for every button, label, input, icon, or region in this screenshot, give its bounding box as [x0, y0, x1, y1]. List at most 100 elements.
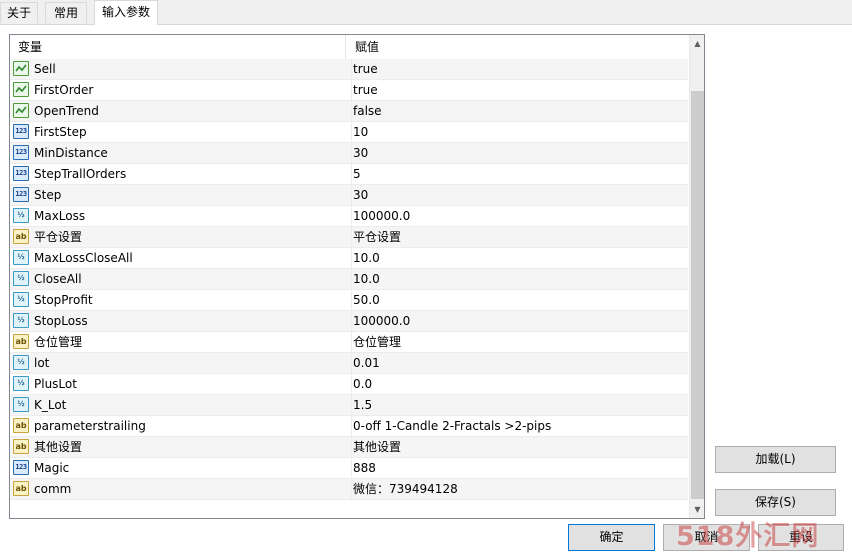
load-button[interactable]: 加载(L) — [715, 446, 836, 473]
table-row[interactable]: ab 其他设置 其他设置 — [10, 437, 688, 458]
int-icon: 123 — [13, 187, 29, 202]
parameter-value[interactable]: 仓位管理 — [351, 332, 688, 352]
table-row[interactable]: 123 Magic 888 — [10, 458, 688, 479]
column-header-variable[interactable]: 变量 — [10, 35, 346, 59]
parameter-value[interactable]: 888 — [351, 458, 688, 478]
parameter-value[interactable]: 10.0 — [351, 248, 688, 268]
table-row[interactable]: 123 Step 30 — [10, 185, 688, 206]
parameter-name: StepTrallOrders — [34, 167, 127, 181]
table-row[interactable]: ½ PlusLot 0.0 — [10, 374, 688, 395]
parameter-name: FirstStep — [34, 125, 87, 139]
int-icon: 123 — [13, 166, 29, 181]
bool-icon — [13, 103, 29, 118]
parameter-name: CloseAll — [34, 272, 82, 286]
double-icon: ½ — [13, 208, 29, 223]
int-icon: 123 — [13, 145, 29, 160]
double-icon: ½ — [13, 250, 29, 265]
string-icon: ab — [13, 229, 29, 244]
double-icon: ½ — [13, 376, 29, 391]
double-icon: ½ — [13, 271, 29, 286]
parameter-name: Step — [34, 188, 62, 202]
parameter-value[interactable]: false — [351, 101, 688, 121]
bool-icon — [13, 82, 29, 97]
tab-common[interactable]: 常用 — [45, 2, 87, 23]
parameter-value[interactable]: 5 — [351, 164, 688, 184]
parameter-value[interactable]: 0.01 — [351, 353, 688, 373]
table-row[interactable]: ab 平仓设置 平仓设置 — [10, 227, 688, 248]
parameters-grid: 变量 赋值 Sell true FirstOrder true OpenTrend fal… — [9, 34, 705, 519]
grid-rows: Sell true FirstOrder true OpenTrend false 123 F… — [10, 59, 688, 500]
table-row[interactable]: ½ MaxLossCloseAll 10.0 — [10, 248, 688, 269]
parameter-name: MinDistance — [34, 146, 108, 160]
string-icon: ab — [13, 439, 29, 454]
table-row[interactable]: 123 MinDistance 30 — [10, 143, 688, 164]
scroll-up-arrow-icon[interactable]: ▲ — [690, 35, 704, 52]
double-icon: ½ — [13, 292, 29, 307]
parameter-value[interactable]: 其他设置 — [351, 437, 688, 457]
string-icon: ab — [13, 418, 29, 433]
column-header-value[interactable]: 赋值 — [347, 35, 688, 59]
scroll-thumb[interactable] — [691, 91, 704, 499]
ok-button[interactable]: 确定 — [568, 524, 655, 551]
table-row[interactable]: ½ K_Lot 1.5 — [10, 395, 688, 416]
parameter-value[interactable]: 30 — [351, 143, 688, 163]
table-row[interactable]: Sell true — [10, 59, 688, 80]
parameter-name: MaxLossCloseAll — [34, 251, 133, 265]
parameter-name: MaxLoss — [34, 209, 86, 223]
parameter-name: Magic — [34, 461, 70, 475]
parameter-name: 仓位管理 — [34, 335, 83, 349]
table-row[interactable]: ½ MaxLoss 100000.0 — [10, 206, 688, 227]
parameter-name: PlusLot — [34, 377, 77, 391]
double-icon: ½ — [13, 355, 29, 370]
tab-bar: 关于 常用 输入参数 — [0, 0, 852, 25]
parameter-value[interactable]: 10.0 — [351, 269, 688, 289]
parameter-value[interactable]: 100000.0 — [351, 206, 688, 226]
parameter-value[interactable]: true — [351, 59, 688, 79]
table-row[interactable]: ab 仓位管理 仓位管理 — [10, 332, 688, 353]
table-row[interactable]: FirstOrder true — [10, 80, 688, 101]
table-row[interactable]: 123 FirstStep 10 — [10, 122, 688, 143]
parameter-value[interactable]: 50.0 — [351, 290, 688, 310]
tab-about[interactable]: 关于 — [0, 2, 38, 23]
table-row[interactable]: ab parameterstrailing 0-off 1-Candle 2-Fra… — [10, 416, 688, 437]
bool-icon — [13, 61, 29, 76]
string-icon: ab — [13, 481, 29, 496]
parameter-name: K_Lot — [34, 398, 67, 412]
tab-inputs[interactable]: 输入参数 — [94, 0, 158, 25]
table-row[interactable]: OpenTrend false — [10, 101, 688, 122]
parameter-name: 平仓设置 — [34, 230, 83, 244]
grid-header: 变量 赋值 — [10, 35, 688, 60]
save-button[interactable]: 保存(S) — [715, 489, 836, 516]
double-icon: ½ — [13, 397, 29, 412]
table-row[interactable]: ½ lot 0.01 — [10, 353, 688, 374]
table-row[interactable]: ½ StopProfit 50.0 — [10, 290, 688, 311]
parameter-name: Sell — [34, 62, 56, 76]
table-row[interactable]: ab comm 微信：739494128 — [10, 479, 688, 500]
parameter-value[interactable]: 30 — [351, 185, 688, 205]
parameter-name: 其他设置 — [34, 440, 83, 454]
parameter-value[interactable]: 10 — [351, 122, 688, 142]
scroll-down-arrow-icon[interactable]: ▼ — [690, 501, 704, 518]
int-icon: 123 — [13, 124, 29, 139]
string-icon: ab — [13, 334, 29, 349]
parameter-name: OpenTrend — [34, 104, 99, 118]
parameter-name: FirstOrder — [34, 83, 94, 97]
parameter-name: comm — [34, 482, 72, 496]
parameter-value[interactable]: 微信：739494128 — [351, 479, 688, 499]
parameter-value[interactable]: 0.0 — [351, 374, 688, 394]
table-row[interactable]: ½ CloseAll 10.0 — [10, 269, 688, 290]
parameter-name: parameterstrailing — [34, 419, 146, 433]
int-icon: 123 — [13, 460, 29, 475]
parameter-name: StopLoss — [34, 314, 88, 328]
parameter-name: lot — [34, 356, 50, 370]
parameter-value[interactable]: 平仓设置 — [351, 227, 688, 247]
parameter-value[interactable]: true — [351, 80, 688, 100]
parameter-value[interactable]: 0-off 1-Candle 2-Fractals >2-pips — [351, 416, 688, 436]
parameter-value[interactable]: 100000.0 — [351, 311, 688, 331]
parameter-value[interactable]: 1.5 — [351, 395, 688, 415]
parameter-name: StopProfit — [34, 293, 93, 307]
site-watermark: 518外汇网 — [676, 521, 820, 552]
table-row[interactable]: 123 StepTrallOrders 5 — [10, 164, 688, 185]
vertical-scrollbar[interactable]: ▲ ▼ — [689, 35, 704, 518]
table-row[interactable]: ½ StopLoss 100000.0 — [10, 311, 688, 332]
